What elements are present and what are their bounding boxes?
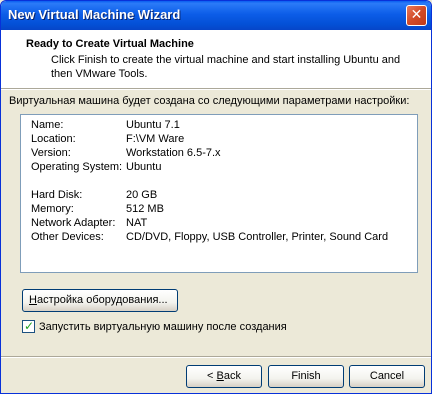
summary-value: 512 MB [126, 203, 164, 215]
close-icon: ✕ [410, 7, 423, 23]
summary-value: Ubuntu 7.1 [126, 119, 180, 131]
close-button[interactable]: ✕ [406, 5, 427, 26]
cancel-button[interactable]: Cancel [349, 365, 425, 388]
summary-value: CD/DVD, Floppy, USB Controller, Printer,… [126, 231, 389, 243]
power-on-checkbox[interactable]: ✓ [22, 319, 35, 333]
summary-key: Network Adapter: [31, 217, 116, 229]
back-label: ack [223, 370, 241, 382]
finish-button[interactable]: Finish [268, 365, 344, 388]
summary-box: Name: Ubuntu 7.1 Location: F:\VM Ware Ve… [20, 114, 418, 273]
back-prefix: < [207, 370, 217, 382]
title-bar[interactable]: New Virtual Machine Wizard ✕ [1, 1, 431, 30]
summary-key: Version: [31, 147, 71, 159]
customize-hardware-label: астройка оборудования... [36, 294, 168, 306]
summary-value: Workstation 6.5-7.x [126, 147, 221, 159]
window-title: New Virtual Machine Wizard [8, 7, 181, 22]
summary-value: Ubuntu [126, 161, 162, 173]
header-divider [1, 89, 431, 90]
summary-key: Operating System: [31, 161, 123, 173]
header-subtitle: Click Finish to create the virtual machi… [51, 54, 401, 80]
summary-key: Other Devices: [31, 231, 104, 243]
header-title: Ready to Create Virtual Machine [26, 38, 194, 50]
summary-intro: Виртуальная машина будет создана со след… [9, 95, 410, 107]
checkmark-icon: ✓ [24, 319, 35, 333]
back-accel: B [216, 370, 224, 382]
summary-key: Memory: [31, 203, 74, 215]
customize-hardware-button[interactable]: Настройка оборудования... [22, 289, 178, 312]
wizard-window: New Virtual Machine Wizard ✕ Ready to Cr… [0, 0, 432, 394]
power-on-label[interactable]: Запустить виртуальную машину после созда… [39, 320, 287, 334]
summary-key: Name: [31, 119, 64, 131]
footer-divider-highlight [1, 357, 431, 358]
summary-value: NAT [126, 217, 148, 229]
summary-value: F:\VM Ware [126, 133, 185, 145]
wizard-header: Ready to Create Virtual Machine Click Fi… [1, 30, 431, 89]
back-button[interactable]: < Back [186, 365, 262, 388]
summary-key: Location: [31, 133, 76, 145]
summary-value: 20 GB [126, 189, 158, 201]
customize-hardware-accel: Н [29, 294, 37, 306]
summary-key: Hard Disk: [31, 189, 83, 201]
